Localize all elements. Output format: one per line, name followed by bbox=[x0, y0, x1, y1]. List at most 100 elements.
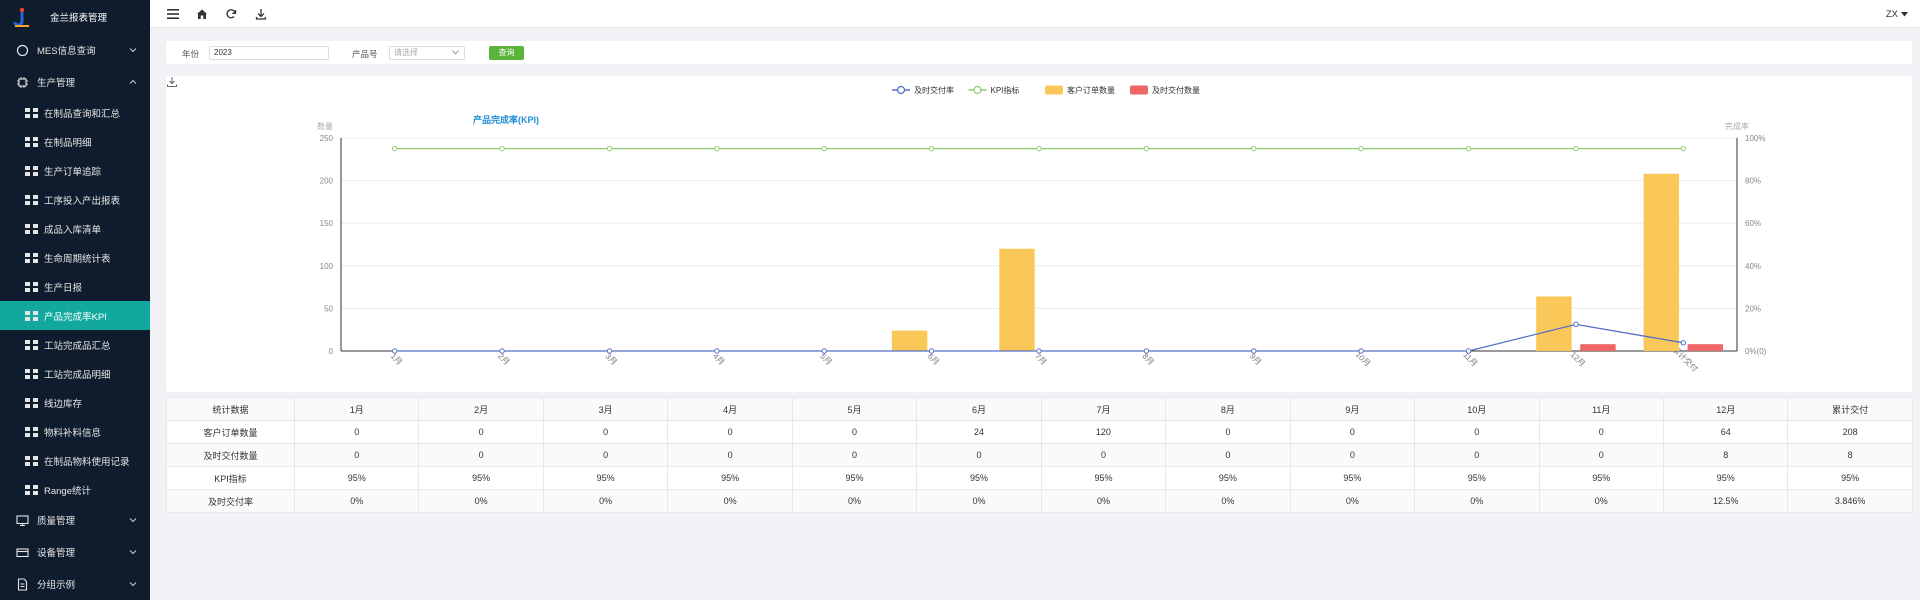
table-cell: 3.846% bbox=[1787, 489, 1913, 513]
table-cell: 0 bbox=[1040, 443, 1167, 467]
table-cell: 95% bbox=[791, 466, 918, 490]
bar-3-12 bbox=[1687, 344, 1724, 351]
table-cell: 0% bbox=[293, 489, 420, 513]
point-1-1 bbox=[499, 145, 505, 152]
sidebar-item-17-group[interactable]: 设备管理 bbox=[0, 536, 150, 568]
sidebar-item-label: 物料补料信息 bbox=[44, 427, 102, 439]
grid-icon bbox=[25, 107, 38, 118]
product-select[interactable]: 请选择 bbox=[389, 46, 465, 60]
sidebar-item-13[interactable]: 物料补料信息 bbox=[0, 417, 150, 446]
sidebar-item-4[interactable]: 生产订单追踪 bbox=[0, 156, 150, 185]
grid-icon bbox=[25, 368, 38, 379]
table-cell: 0% bbox=[791, 489, 918, 513]
point-0-9 bbox=[1358, 348, 1364, 354]
download-icon[interactable] bbox=[254, 7, 268, 21]
table-cell: 95% bbox=[667, 466, 793, 490]
table-cell: 0% bbox=[1538, 489, 1664, 513]
table-header-cell: 9月 bbox=[1289, 397, 1416, 421]
table-header-cell: 8月 bbox=[1165, 397, 1291, 421]
grid-icon bbox=[25, 252, 38, 263]
grid-icon bbox=[25, 136, 38, 147]
sidebar-item-10[interactable]: 工站完成品汇总 bbox=[0, 330, 150, 359]
sidebar-item-14[interactable]: 在制品物料使用记录 bbox=[0, 446, 150, 475]
grid-icon bbox=[25, 455, 38, 466]
sidebar-item-1-group[interactable]: 生产管理 bbox=[0, 66, 150, 98]
menu-icon[interactable] bbox=[166, 7, 180, 21]
sidebar-item-3[interactable]: 在制品明细 bbox=[0, 127, 150, 156]
save-image-icon[interactable] bbox=[166, 76, 178, 88]
x-tick-label: 8月 bbox=[1141, 352, 1156, 367]
y-right-axis-label: 完成率 bbox=[1725, 121, 1749, 131]
point-1-12 bbox=[1680, 145, 1687, 152]
grid-icon bbox=[25, 339, 38, 350]
table-row: 客户订单数量 0 0 0 0 0 24 120 0 0 0 0 64 208 bbox=[166, 420, 1913, 444]
table-header-cell: 4月 bbox=[667, 397, 793, 421]
grid-icon bbox=[25, 484, 38, 495]
statistics-table: 统计数据 1月 2月 3月 4月 5月 6月 7月 8月 9月 10月 11月 12月 累计交付 客户订单数… bbox=[166, 397, 1913, 513]
table-cell: 0 bbox=[1289, 420, 1416, 444]
sidebar-item-6[interactable]: 成品入库清单 bbox=[0, 214, 150, 243]
table-cell: 0 bbox=[293, 420, 420, 444]
x-tick-label: 6月 bbox=[926, 352, 941, 367]
table-header-row: 统计数据 1月 2月 3月 4月 5月 6月 7月 8月 9月 10月 11月 12月 累计交付 bbox=[166, 397, 1913, 421]
x-tick-label: 12月 bbox=[1569, 350, 1587, 368]
sidebar-item-9[interactable]: 产品完成率KPI bbox=[0, 301, 150, 330]
grid-icon bbox=[25, 426, 38, 437]
table-cell: 8 bbox=[1787, 443, 1913, 467]
table-cell: 0 bbox=[1289, 443, 1416, 467]
point-1-9 bbox=[1358, 145, 1364, 152]
sidebar-item-11[interactable]: 工站完成品明细 bbox=[0, 359, 150, 388]
product-select-placeholder: 请选择 bbox=[394, 48, 418, 57]
home-icon[interactable] bbox=[195, 7, 209, 21]
sidebar-item-7[interactable]: 生命周期统计表 bbox=[0, 243, 150, 272]
table-row: 及时交付数量 0 0 0 0 0 0 0 0 0 0 0 8 8 bbox=[166, 443, 1913, 467]
sidebar-item-label: 在制品明细 bbox=[44, 137, 92, 149]
y-right-tick-label: 60% bbox=[1745, 219, 1761, 228]
table-cell: 0 bbox=[791, 420, 918, 444]
sidebar-item-16-group[interactable]: 质量管理 bbox=[0, 504, 150, 536]
y-left-tick-label: 50 bbox=[324, 304, 333, 313]
sidebar-item-8[interactable]: 生产日报 bbox=[0, 272, 150, 301]
table-cell: 0% bbox=[418, 489, 544, 513]
legend-point-marker bbox=[973, 85, 982, 95]
sidebar-item-2[interactable]: 在制品查询和汇总 bbox=[0, 98, 150, 127]
sidebar-item-18-group[interactable]: 分组示例 bbox=[0, 568, 150, 600]
point-1-8 bbox=[1251, 145, 1257, 152]
table-cell: 64 bbox=[1662, 420, 1789, 444]
x-tick-label: 2月 bbox=[496, 352, 511, 367]
sidebar-item-15[interactable]: Range统计 bbox=[0, 475, 150, 504]
chip-icon bbox=[15, 75, 29, 89]
refresh-icon[interactable] bbox=[224, 7, 238, 21]
year-input[interactable]: 2023 bbox=[209, 46, 329, 60]
table-cell: 0 bbox=[916, 443, 1042, 467]
grid-icon bbox=[25, 310, 38, 321]
filter-bar: 年份 2023 产品号 请选择 查询 bbox=[166, 41, 1912, 64]
chart-panel: 0 50 100 150 200 250 0%(0) 20% 40% 60% 80% 100% 数量 完成… bbox=[166, 76, 1912, 392]
sidebar-item-12[interactable]: 线边库存 bbox=[0, 388, 150, 417]
table-cell: 0 bbox=[1414, 420, 1540, 444]
sidebar-item-label: 设备管理 bbox=[37, 548, 76, 559]
query-button[interactable]: 查询 bbox=[489, 46, 524, 60]
table-cell: 0% bbox=[542, 489, 669, 513]
kpi-chart: 0 50 100 150 200 250 0%(0) 20% 40% 60% 80% 100% 数量 完成… bbox=[317, 85, 1767, 374]
legend-label: 客户订单数量 bbox=[1067, 85, 1115, 95]
table-row: KPI指标 95% 95% 95% 95% 95% 95% 95% 95% 95% 95% 95% 95… bbox=[166, 466, 1913, 490]
y-right-tick-label: 80% bbox=[1745, 177, 1761, 186]
table-cell: 95% bbox=[293, 466, 420, 490]
table-cell: 0% bbox=[1289, 489, 1416, 513]
sidebar-item-0-group[interactable]: MES信息查询 bbox=[0, 34, 150, 66]
point-0-1 bbox=[499, 348, 505, 354]
point-0-8 bbox=[1251, 348, 1257, 354]
logo-icon bbox=[13, 7, 29, 27]
table-cell: 24 bbox=[916, 420, 1042, 444]
user-menu[interactable]: ZX bbox=[1886, 9, 1908, 20]
sidebar-item-5[interactable]: 工序投入产出报表 bbox=[0, 185, 150, 214]
point-1-4 bbox=[821, 145, 827, 152]
point-1-3 bbox=[714, 145, 720, 152]
table-header-cell: 12月 bbox=[1662, 397, 1789, 421]
document-icon bbox=[15, 577, 29, 591]
table-cell: 0 bbox=[293, 443, 420, 467]
x-tick-label: 3月 bbox=[604, 352, 619, 367]
table-cell: 0 bbox=[1538, 443, 1664, 467]
legend-label: 及时交付率 bbox=[914, 85, 954, 95]
